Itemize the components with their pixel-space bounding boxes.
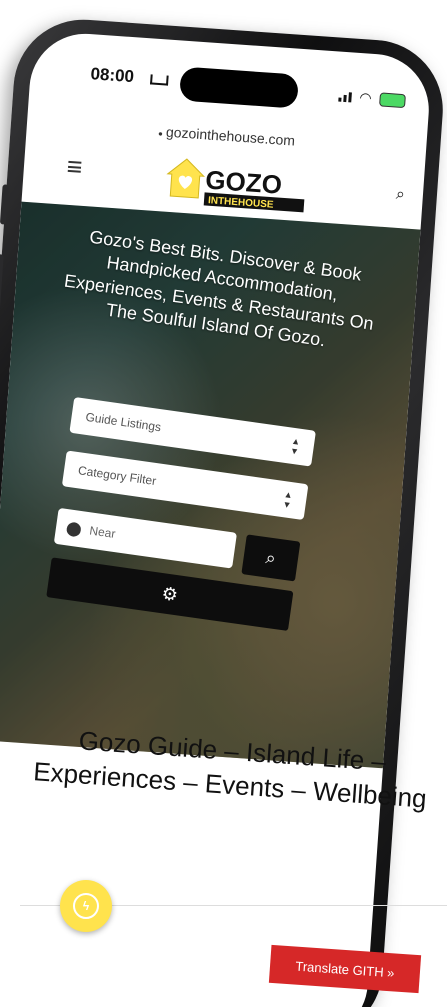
- stage: 08:00 ◠ ● gozointhehouse.com GOZO INTHEH…: [0, 0, 447, 1007]
- status-time: 08:00: [89, 64, 135, 87]
- hamburger-menu-icon[interactable]: [67, 160, 82, 173]
- select-arrows-icon: ▲ ▼: [281, 489, 294, 511]
- action-button: [0, 184, 9, 225]
- dynamic-island: [178, 66, 300, 109]
- category-filter-value: Category Filter: [77, 463, 158, 489]
- battery-charging-icon: [379, 91, 406, 108]
- status-icons: ◠: [338, 88, 406, 110]
- gear-icon: ⚙: [160, 582, 180, 605]
- sleep-focus-icon: [150, 74, 169, 86]
- near-placeholder: Near: [88, 523, 117, 541]
- screen: 08:00 ◠ ● gozointhehouse.com GOZO INTHEH…: [0, 30, 433, 1007]
- location-pin-icon: ⬤: [65, 518, 83, 537]
- search-icon: ⌕: [264, 546, 278, 568]
- site-logo[interactable]: GOZO INTHEHOUSE: [161, 152, 315, 220]
- volume-up-button: [0, 254, 4, 325]
- messenger-chat-button[interactable]: ϟ: [60, 880, 112, 932]
- messenger-icon: ϟ: [73, 893, 99, 919]
- near-location-input[interactable]: ⬤ Near: [53, 507, 238, 569]
- cellular-signal-icon: [338, 91, 352, 102]
- url-text: gozointhehouse.com: [165, 123, 296, 149]
- hero-title: Gozo's Best Bits. Discover & Book Handpi…: [63, 226, 375, 351]
- select-arrows-icon: ▲ ▼: [289, 435, 302, 457]
- wifi-icon: ◠: [358, 89, 373, 106]
- search-button[interactable]: ⌕: [241, 534, 301, 582]
- header-search-icon[interactable]: ⌕: [395, 186, 405, 205]
- phone-frame: 08:00 ◠ ● gozointhehouse.com GOZO INTHEH…: [0, 15, 447, 1007]
- guide-listings-value: Guide Listings: [84, 409, 162, 435]
- hero-content: Gozo's Best Bits. Discover & Book Handpi…: [0, 202, 419, 769]
- hero-banner: Gozo's Best Bits. Discover & Book Handpi…: [0, 201, 421, 769]
- status-bar: 08:00 ◠: [29, 30, 432, 118]
- lock-icon: ●: [157, 129, 164, 139]
